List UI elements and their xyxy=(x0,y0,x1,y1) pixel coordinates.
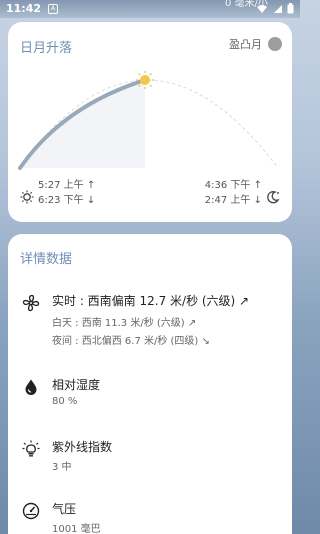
uv-index-item: 紫外线指数 3 中 xyxy=(20,438,282,474)
detail-card-title: 详情数据 xyxy=(20,252,73,267)
pressure-value: 1001 毫巴 xyxy=(52,524,101,534)
status-time: 11:42 xyxy=(6,2,42,15)
moonrise-time: 4:36 下午 ↑ xyxy=(204,180,262,191)
wind-day: 白天 : 西南 11.3 米/秒 (六级) ↗ xyxy=(52,318,197,329)
moon-times: 4:36 下午 ↑ 2:47 上午 ↓ xyxy=(205,178,262,208)
wifi-icon xyxy=(257,4,267,13)
wind-night: 夜间 : 西北偏西 6.7 米/秒 (四级) ↘ xyxy=(52,336,210,347)
humidity-value: 80 % xyxy=(52,396,78,407)
wind-item: 实时 : 西南偏南 12.7 米/秒 (六级) ↗ 白天 : 西南 11.3 米… xyxy=(20,292,282,352)
wind-current: 实时 : 西南偏南 12.7 米/秒 (六级) ↗ xyxy=(52,294,250,308)
sunrise-time: 5:27 上午 ↑ xyxy=(38,180,96,191)
moon-icon xyxy=(267,191,280,204)
sunset-time: 6:23 下午 ↓ xyxy=(38,195,96,206)
gauge-icon xyxy=(22,502,40,520)
pressure-title: 气压 xyxy=(52,502,77,516)
uv-index-value: 3 中 xyxy=(52,462,72,473)
signal-icon xyxy=(274,4,282,13)
battery-icon xyxy=(287,3,294,14)
notification-app-icon: A xyxy=(48,4,58,14)
pressure-item: 气压 1001 毫巴 xyxy=(20,500,282,534)
moonset-time: 2:47 上午 ↓ xyxy=(204,195,262,206)
water-drop-icon xyxy=(25,379,37,395)
status-bar: 11:42 A 0 毫米/小 xyxy=(0,0,300,18)
lightbulb-icon xyxy=(22,440,40,457)
sun-arc-elapsed-fill xyxy=(20,80,145,168)
detail-card: 详情数据 实时 : 西南偏南 12.7 米/秒 (六级) ↗ 白天 : 西南 1… xyxy=(8,234,292,534)
sun-icon xyxy=(20,190,34,204)
humidity-title: 相对湿度 xyxy=(52,378,101,392)
fan-icon xyxy=(22,294,40,312)
sun-times: 5:27 上午 ↑ 6:23 下午 ↓ xyxy=(38,178,95,208)
uv-index-title: 紫外线指数 xyxy=(52,440,113,454)
status-icons xyxy=(256,3,294,14)
humidity-item: 相对湿度 80 % xyxy=(20,376,282,412)
sun-moon-card: 日月升落 盈凸月 5:27 上午 ↑ 6:23 下午 ↓ 4:36 下午 ↑ 2… xyxy=(8,22,292,222)
